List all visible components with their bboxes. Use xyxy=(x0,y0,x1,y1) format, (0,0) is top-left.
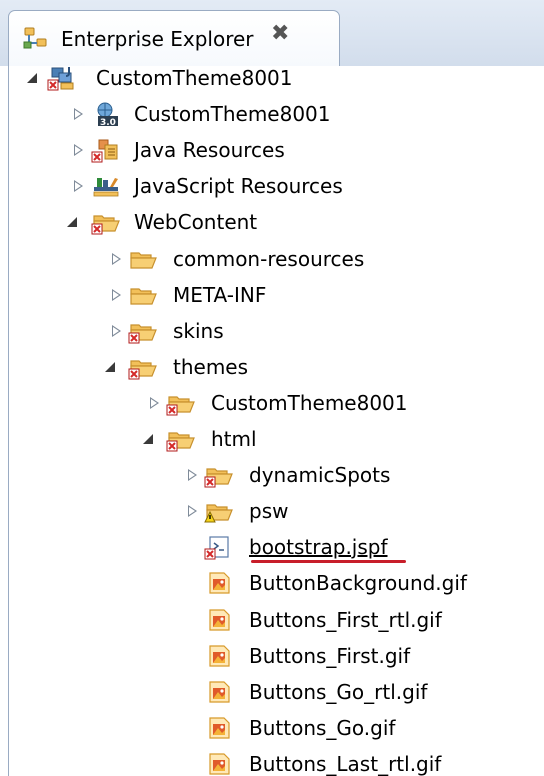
collapsed-arrow-icon[interactable] xyxy=(74,180,83,192)
tree-item-label: WebContent xyxy=(134,210,258,234)
enterprise-explorer-icon xyxy=(23,27,47,49)
collapsed-arrow-icon[interactable] xyxy=(112,325,121,337)
svg-text:3.0: 3.0 xyxy=(100,118,116,127)
tree-item[interactable]: META-INF xyxy=(9,278,539,312)
expanded-arrow-icon[interactable] xyxy=(105,362,115,372)
tree-item-label: META-INF xyxy=(173,283,267,307)
highlight-underline xyxy=(251,560,406,563)
tree-item[interactable]: 3.0 CustomTheme8001 xyxy=(9,97,539,131)
expanded-arrow-icon[interactable] xyxy=(143,434,153,444)
folder-icon xyxy=(130,288,157,305)
folder-open-error-icon xyxy=(128,360,157,380)
project-error-icon xyxy=(47,67,74,91)
folder-open-error-icon xyxy=(91,215,120,235)
tree-item-label: Buttons_First.gif xyxy=(249,644,411,668)
tree-item[interactable]: skins xyxy=(9,314,539,348)
tree-item[interactable]: CustomTheme8001 xyxy=(9,386,539,420)
tree-item-label: CustomTheme8001 xyxy=(211,391,408,415)
tree-item-label: common-resources xyxy=(173,247,365,271)
view-title: Enterprise Explorer xyxy=(61,27,254,51)
tree-item-label: skins xyxy=(173,319,224,343)
tree-item-label: CustomTheme8001 xyxy=(134,102,331,126)
gif-image-icon xyxy=(209,572,230,594)
collapsed-arrow-icon[interactable] xyxy=(74,108,83,120)
tree-item[interactable]: Buttons_First_rtl.gif xyxy=(9,603,539,637)
folder-open-error-icon xyxy=(166,432,195,452)
folder-icon xyxy=(130,252,157,269)
collapsed-arrow-icon[interactable] xyxy=(188,469,197,481)
tree-item-label: psw xyxy=(249,499,289,523)
collapsed-arrow-icon[interactable] xyxy=(150,397,159,409)
folder-warning-icon xyxy=(204,504,233,523)
tree-item-label: bootstrap.jspf xyxy=(249,535,388,559)
gif-image-icon xyxy=(209,645,230,667)
tree-item[interactable]: themes xyxy=(9,350,539,384)
tree-item-label: html xyxy=(211,427,257,451)
folder-error-icon xyxy=(204,468,233,488)
enterprise-explorer-view: Enterprise Explorer ✖ CustomTheme8001 3.… xyxy=(0,0,544,776)
collapsed-arrow-icon[interactable] xyxy=(188,505,197,517)
tree-item[interactable]: Buttons_Last_rtl.gif xyxy=(9,747,539,776)
folder-error-icon xyxy=(166,396,195,416)
tree-item-label: dynamicSpots xyxy=(249,463,391,487)
tree-item-label: CustomTheme8001 xyxy=(96,66,293,90)
collapsed-arrow-icon[interactable] xyxy=(112,253,121,265)
collapsed-arrow-icon[interactable] xyxy=(74,144,83,156)
tree-item[interactable]: dynamicSpots xyxy=(9,458,539,492)
expanded-arrow-icon[interactable] xyxy=(27,73,37,83)
javascript-library-icon xyxy=(93,178,119,197)
tree-item[interactable]: ButtonBackground.gif xyxy=(9,566,539,600)
tree-item[interactable]: common-resources xyxy=(9,242,539,276)
tree-item-label: Buttons_Go.gif xyxy=(249,716,396,740)
tree-item[interactable]: Buttons_Go.gif xyxy=(9,711,539,745)
view-tab-bar: Enterprise Explorer ✖ xyxy=(0,0,544,67)
tree-item[interactable]: WebContent xyxy=(9,205,539,239)
gif-image-icon xyxy=(209,609,230,631)
gif-image-icon xyxy=(209,717,230,739)
expanded-arrow-icon[interactable] xyxy=(67,217,77,227)
tree-item[interactable]: CustomTheme8001 xyxy=(9,61,539,95)
gif-image-icon xyxy=(209,681,230,703)
tree-item-label: Buttons_Go_rtl.gif xyxy=(249,680,428,704)
jspf-file-error-icon xyxy=(204,536,229,560)
tree-item-label: JavaScript Resources xyxy=(134,174,343,198)
tree-item[interactable]: JavaScript Resources xyxy=(9,169,539,203)
tree-item-label: Buttons_Last_rtl.gif xyxy=(249,752,442,776)
close-icon[interactable]: ✖ xyxy=(271,21,289,47)
folder-error-icon xyxy=(128,324,157,344)
web-module-3.0-icon: 3.0 xyxy=(97,102,118,127)
gif-image-icon xyxy=(209,753,230,775)
tree-item-label: Buttons_First_rtl.gif xyxy=(249,608,442,632)
tree-item-label: ButtonBackground.gif xyxy=(249,571,467,595)
tree-item[interactable]: psw xyxy=(9,494,539,528)
tree-item-label: Java Resources xyxy=(134,138,285,162)
tab-enterprise-explorer[interactable]: Enterprise Explorer ✖ xyxy=(8,10,340,67)
collapsed-arrow-icon[interactable] xyxy=(112,289,121,301)
project-tree[interactable]: CustomTheme8001 3.0 CustomTheme8001 Java … xyxy=(8,66,544,776)
java-resources-error-icon xyxy=(91,139,118,163)
tree-item[interactable]: Buttons_Go_rtl.gif xyxy=(9,675,539,709)
tree-item[interactable]: Java Resources xyxy=(9,133,539,167)
tree-item-label: themes xyxy=(173,355,249,379)
tree-item[interactable]: bootstrap.jspf xyxy=(9,530,539,564)
tree-item[interactable]: Buttons_First.gif xyxy=(9,639,539,673)
tree-item[interactable]: html xyxy=(9,422,539,456)
